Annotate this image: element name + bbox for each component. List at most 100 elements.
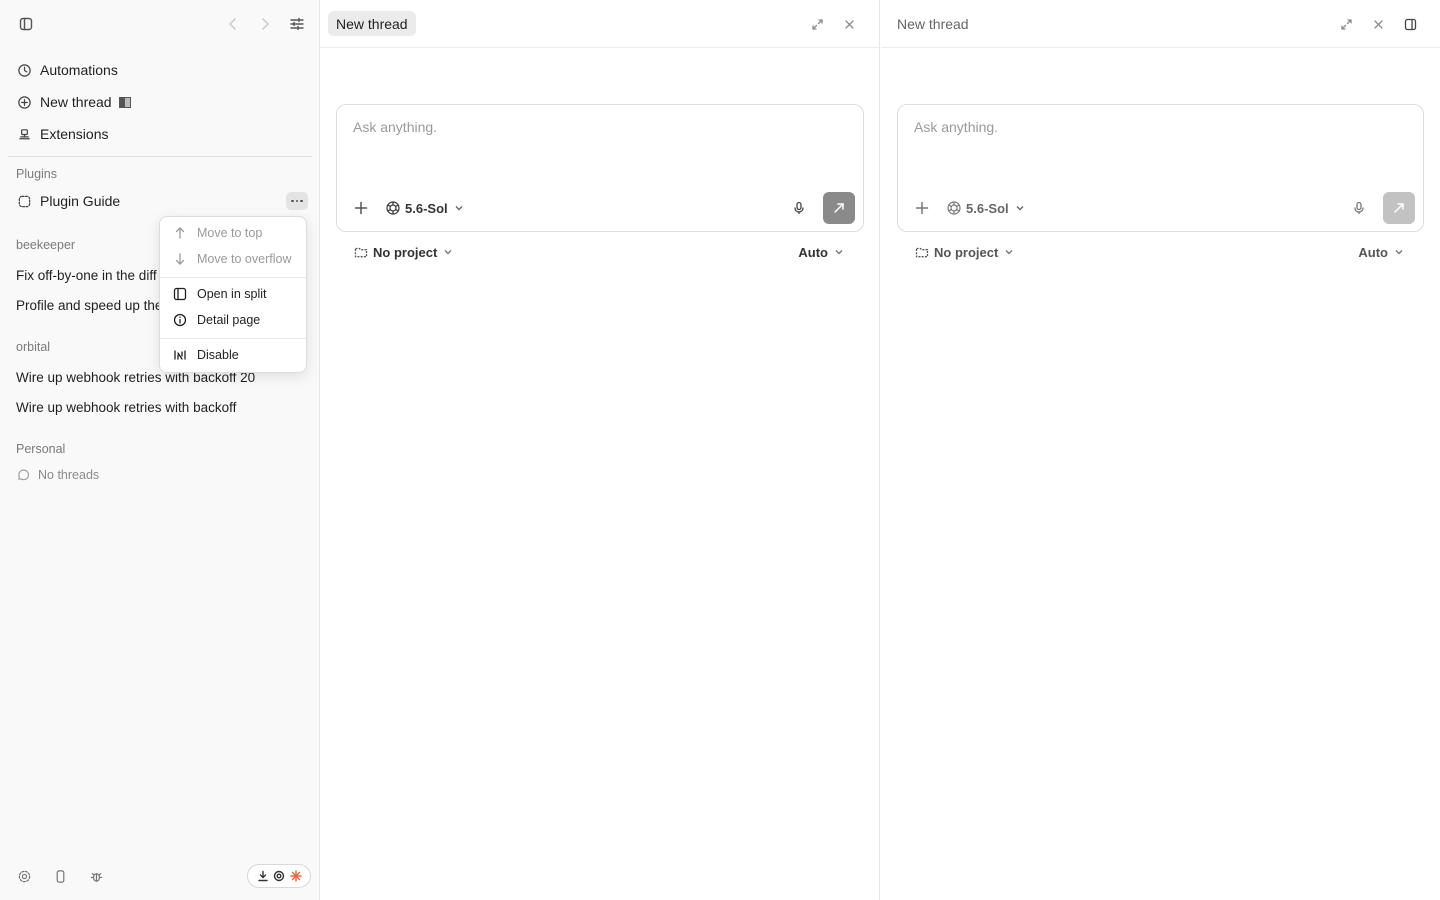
plugin-more-button[interactable] bbox=[286, 192, 308, 210]
nav-automations-label: Automations bbox=[40, 62, 118, 78]
mode-selector[interactable]: Auto bbox=[1358, 242, 1404, 262]
menu-move-to-top[interactable]: Move to top bbox=[160, 221, 306, 245]
close-icon[interactable] bbox=[840, 15, 858, 33]
menu-detail-page[interactable]: Detail page bbox=[160, 308, 306, 332]
composer: 5.6-Sol bbox=[336, 104, 864, 232]
attach-plus-icon[interactable] bbox=[912, 198, 932, 218]
expand-icon[interactable] bbox=[808, 15, 826, 33]
split-pane-badge-icon bbox=[118, 96, 131, 108]
nav-new-thread[interactable]: New thread bbox=[8, 87, 312, 117]
plugins-section-label: Plugins bbox=[16, 167, 57, 181]
composer-options-row: No project Auto bbox=[336, 242, 864, 262]
tab-new-thread[interactable]: New thread bbox=[328, 11, 416, 36]
extensions-icon bbox=[16, 126, 32, 142]
microphone-icon[interactable] bbox=[1349, 198, 1369, 218]
chevron-down-icon bbox=[448, 203, 464, 213]
attach-plus-icon[interactable] bbox=[351, 198, 371, 218]
composer: 5.6-Sol bbox=[897, 104, 1424, 232]
chevron-down-icon bbox=[1388, 247, 1404, 257]
openai-logo-icon bbox=[385, 200, 405, 216]
menu-separator bbox=[160, 277, 306, 278]
openai-logo-icon bbox=[273, 870, 285, 882]
tab-new-thread[interactable]: New thread bbox=[897, 11, 969, 36]
disable-slash-icon bbox=[172, 347, 188, 363]
no-threads-placeholder: No threads bbox=[16, 468, 99, 482]
chevron-down-icon bbox=[998, 247, 1014, 257]
model-label: 5.6-Sol bbox=[405, 200, 448, 216]
model-selector[interactable]: 5.6-Sol bbox=[946, 198, 1025, 218]
arrow-down-icon bbox=[172, 251, 188, 267]
download-icon bbox=[257, 870, 268, 882]
thread-pane-left: New thread 5.6-Sol No project Auto bbox=[320, 0, 880, 900]
group-label-personal: Personal bbox=[16, 442, 66, 456]
plugin-dashed-icon bbox=[16, 193, 32, 209]
menu-item-label: Disable bbox=[197, 348, 239, 362]
project-selector[interactable]: No project bbox=[915, 242, 1014, 262]
more-dots-icon bbox=[291, 199, 294, 203]
expand-icon[interactable] bbox=[1337, 15, 1355, 33]
pane-header: New thread bbox=[881, 0, 1440, 48]
microphone-icon[interactable] bbox=[789, 198, 809, 218]
sidebar: Automations New thread Extensions Plugin… bbox=[0, 0, 320, 900]
chevron-down-icon bbox=[828, 247, 844, 257]
nav-extensions-label: Extensions bbox=[40, 126, 109, 142]
message-input[interactable] bbox=[914, 119, 1394, 179]
plugin-item-label: Plugin Guide bbox=[40, 193, 121, 209]
menu-item-label: Detail page bbox=[197, 313, 261, 327]
project-icon bbox=[915, 245, 934, 259]
status-pill[interactable] bbox=[247, 864, 311, 888]
chat-bubble-icon bbox=[17, 469, 29, 481]
pane-header: New thread bbox=[320, 0, 879, 48]
close-icon[interactable] bbox=[1369, 15, 1387, 33]
nav-automations[interactable]: Automations bbox=[8, 55, 312, 85]
project-selector[interactable]: No project bbox=[354, 242, 453, 262]
thread-item[interactable]: Wire up webhook retries with backoff bbox=[16, 400, 306, 415]
bug-report-icon[interactable] bbox=[87, 867, 105, 885]
clock-icon bbox=[16, 62, 32, 78]
sidebar-divider bbox=[8, 156, 312, 157]
spark-star-icon bbox=[289, 870, 302, 882]
group-label-beekeeper: beekeeper bbox=[16, 238, 76, 252]
device-phone-icon[interactable] bbox=[51, 867, 69, 885]
send-button[interactable] bbox=[823, 192, 855, 224]
plus-circle-icon bbox=[16, 94, 32, 110]
chevron-down-icon bbox=[437, 247, 453, 257]
model-label: 5.6-Sol bbox=[966, 200, 1009, 216]
composer-options-row: No project Auto bbox=[897, 242, 1424, 262]
nav-extensions[interactable]: Extensions bbox=[8, 119, 312, 149]
menu-disable[interactable]: Disable bbox=[160, 343, 306, 367]
forward-arrow-icon[interactable] bbox=[253, 12, 277, 36]
menu-open-in-split[interactable]: Open in split bbox=[160, 282, 306, 306]
menu-separator bbox=[160, 338, 306, 339]
openai-logo-icon bbox=[946, 200, 966, 216]
sidebar-toolbar bbox=[0, 0, 320, 48]
filter-sliders-icon[interactable] bbox=[285, 12, 309, 36]
project-label: No project bbox=[373, 244, 438, 260]
plugin-context-menu: Move to top Move to overflow Open in spl… bbox=[159, 216, 307, 373]
side-panel-toggle-icon[interactable] bbox=[1401, 15, 1419, 33]
menu-item-label: Move to overflow bbox=[197, 252, 292, 266]
menu-move-to-overflow[interactable]: Move to overflow bbox=[160, 247, 306, 271]
project-icon bbox=[354, 245, 373, 259]
chevron-down-icon bbox=[1009, 203, 1025, 213]
mode-label: Auto bbox=[1358, 244, 1388, 260]
back-arrow-icon[interactable] bbox=[221, 12, 245, 36]
mode-label: Auto bbox=[798, 244, 828, 260]
project-label: No project bbox=[934, 244, 999, 260]
arrow-up-icon bbox=[172, 225, 188, 241]
menu-item-label: Open in split bbox=[197, 287, 267, 301]
split-view-icon bbox=[172, 286, 188, 302]
nav-new-thread-label: New thread bbox=[40, 94, 112, 110]
menu-item-label: Move to top bbox=[197, 226, 263, 240]
thread-pane-right: New thread 5.6-Sol No project bbox=[881, 0, 1440, 900]
model-selector[interactable]: 5.6-Sol bbox=[385, 198, 464, 218]
toggle-sidebar-icon[interactable] bbox=[14, 12, 38, 36]
plugin-item-guide[interactable]: Plugin Guide bbox=[8, 186, 312, 216]
group-label-orbital: orbital bbox=[16, 340, 51, 354]
mode-selector[interactable]: Auto bbox=[798, 242, 844, 262]
settings-gear-icon[interactable] bbox=[15, 867, 33, 885]
send-button[interactable] bbox=[1383, 192, 1415, 224]
message-input[interactable] bbox=[353, 119, 833, 179]
no-threads-label: No threads bbox=[38, 468, 100, 482]
info-circle-icon bbox=[172, 312, 188, 328]
